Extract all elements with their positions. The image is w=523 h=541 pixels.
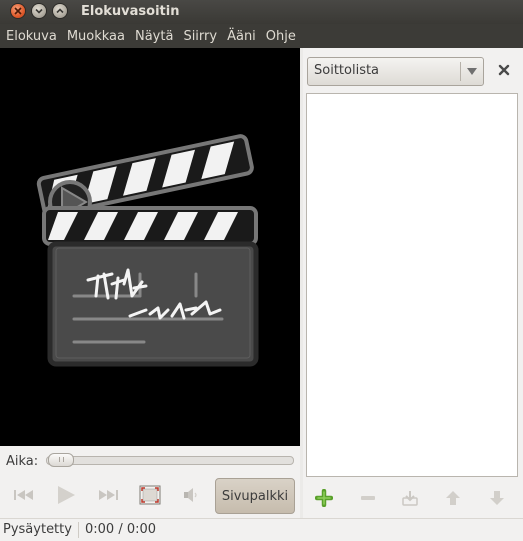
fullscreen-icon <box>139 485 161 505</box>
dropdown-arrow-icon <box>467 68 477 75</box>
menu-aani[interactable]: Ääni <box>222 29 261 44</box>
play-button[interactable] <box>53 480 79 510</box>
remove-icon <box>361 496 375 500</box>
combo-separator <box>460 62 461 81</box>
save-icon <box>402 491 418 506</box>
playlist-view[interactable] <box>306 93 518 477</box>
next-icon <box>99 490 118 500</box>
close-icon <box>14 7 22 15</box>
close-window-button[interactable] <box>11 4 25 18</box>
menu-muokkaa[interactable]: Muokkaa <box>62 29 130 44</box>
close-icon <box>498 64 510 76</box>
close-sidebar-button[interactable] <box>495 61 513 79</box>
window-title: Elokuvasoitin <box>81 4 180 19</box>
seek-slider-handle[interactable] <box>48 453 74 467</box>
next-button[interactable] <box>95 480 121 510</box>
status-separator <box>78 522 79 538</box>
minimize-window-button[interactable] <box>32 4 46 18</box>
play-icon <box>58 486 75 504</box>
video-area[interactable] <box>0 48 300 446</box>
title-bar: Elokuvasoitin <box>0 0 523 24</box>
chevron-down-icon <box>35 8 43 14</box>
remove-button[interactable] <box>355 485 381 511</box>
save-playlist-button[interactable] <box>397 485 423 511</box>
previous-icon <box>14 490 33 500</box>
move-up-button[interactable] <box>440 485 466 511</box>
menu-siirry[interactable]: Siirry <box>178 29 222 44</box>
seek-slider[interactable] <box>46 456 294 465</box>
volume-button[interactable] <box>178 480 204 510</box>
sidebar-toggle-button[interactable]: Sivupalkki <box>215 478 295 514</box>
fullscreen-button[interactable] <box>137 480 163 510</box>
sidebar-select-value: Soittolista <box>314 63 380 78</box>
menu-nayta[interactable]: Näytä <box>130 29 178 44</box>
volume-icon <box>184 488 197 502</box>
chevron-up-icon <box>56 8 64 14</box>
previous-button[interactable] <box>11 480 37 510</box>
time-label: Aika: <box>6 454 39 469</box>
status-bar: Pysäytetty 0:00 / 0:00 <box>0 518 523 541</box>
move-up-icon <box>446 491 460 505</box>
sidebar-select[interactable]: Soittolista <box>307 57 484 86</box>
add-button[interactable] <box>311 485 337 511</box>
pane-splitter[interactable] <box>300 48 303 518</box>
move-down-icon <box>490 491 504 505</box>
playback-time: 0:00 / 0:00 <box>85 522 157 537</box>
playback-status: Pysäytetty <box>3 522 72 537</box>
add-icon <box>315 489 333 507</box>
menu-ohje[interactable]: Ohje <box>261 29 301 44</box>
move-down-button[interactable] <box>484 485 510 511</box>
menu-bar: Elokuva Muokkaa Näytä Siirry Ääni Ohje <box>0 24 523 48</box>
clapperboard-logo <box>36 134 259 367</box>
menu-elokuva[interactable]: Elokuva <box>0 29 62 44</box>
maximize-window-button[interactable] <box>53 4 67 18</box>
